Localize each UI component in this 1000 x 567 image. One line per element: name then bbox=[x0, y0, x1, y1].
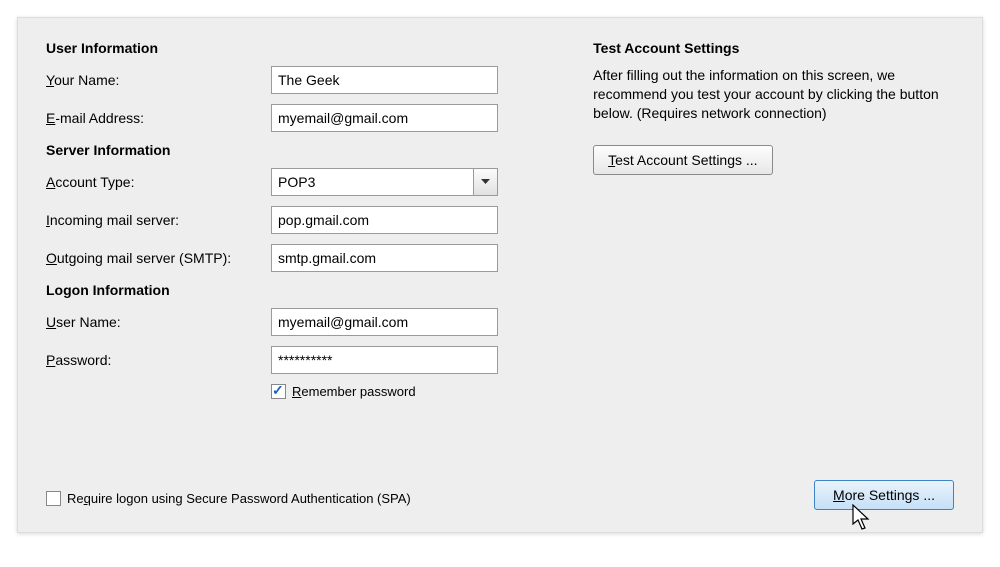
username-input[interactable] bbox=[271, 308, 498, 336]
server-info-heading: Server Information bbox=[46, 142, 553, 158]
password-row: Password: bbox=[46, 346, 553, 374]
dropdown-button[interactable] bbox=[473, 169, 497, 195]
right-column: Test Account Settings After filling out … bbox=[593, 36, 954, 399]
account-type-value: POP3 bbox=[272, 174, 473, 190]
spa-label: Require logon using Secure Password Auth… bbox=[67, 491, 411, 506]
outgoing-label: Outgoing mail server (SMTP): bbox=[46, 250, 271, 266]
incoming-label: Incoming mail server: bbox=[46, 212, 271, 228]
your-name-label: Your Name: bbox=[46, 72, 271, 88]
test-account-settings-button[interactable]: Test Account Settings ... bbox=[593, 145, 772, 175]
account-type-label: Account Type: bbox=[46, 174, 271, 190]
email-input[interactable] bbox=[271, 104, 498, 132]
logon-info-heading: Logon Information bbox=[46, 282, 553, 298]
remember-password-checkbox[interactable] bbox=[271, 384, 286, 399]
test-settings-heading: Test Account Settings bbox=[593, 40, 954, 56]
more-settings-button[interactable]: More Settings ... bbox=[814, 480, 954, 510]
chevron-down-icon bbox=[481, 179, 490, 185]
incoming-input[interactable] bbox=[271, 206, 498, 234]
remember-password-row: Remember password bbox=[271, 384, 553, 399]
account-type-select[interactable]: POP3 bbox=[271, 168, 498, 196]
outgoing-input[interactable] bbox=[271, 244, 498, 272]
left-column: User Information Your Name: E-mail Addre… bbox=[46, 36, 553, 399]
email-row: E-mail Address: bbox=[46, 104, 553, 132]
username-row: User Name: bbox=[46, 308, 553, 336]
outgoing-row: Outgoing mail server (SMTP): bbox=[46, 244, 553, 272]
password-input[interactable] bbox=[271, 346, 498, 374]
username-label: User Name: bbox=[46, 314, 271, 330]
spa-row: Require logon using Secure Password Auth… bbox=[46, 491, 411, 506]
test-settings-info: After filling out the information on thi… bbox=[593, 66, 954, 123]
account-settings-dialog: User Information Your Name: E-mail Addre… bbox=[17, 17, 983, 533]
email-label: E-mail Address: bbox=[46, 110, 271, 126]
remember-password-label: Remember password bbox=[292, 384, 416, 399]
incoming-row: Incoming mail server: bbox=[46, 206, 553, 234]
user-info-heading: User Information bbox=[46, 40, 553, 56]
your-name-input[interactable] bbox=[271, 66, 498, 94]
spa-checkbox[interactable] bbox=[46, 491, 61, 506]
your-name-row: Your Name: bbox=[46, 66, 553, 94]
account-type-row: Account Type: POP3 bbox=[46, 168, 553, 196]
password-label: Password: bbox=[46, 352, 271, 368]
